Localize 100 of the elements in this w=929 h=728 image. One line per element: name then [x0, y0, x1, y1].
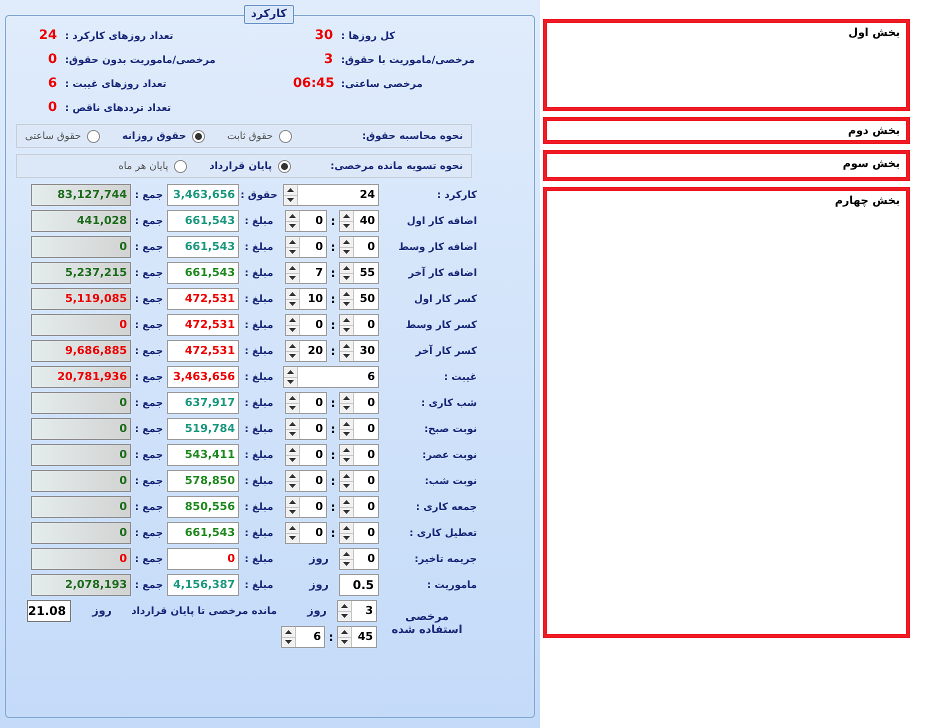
radio-button[interactable]: [174, 160, 188, 172]
caret-down-icon: [341, 640, 348, 644]
amount-field: 850,556: [167, 496, 239, 518]
row-label: کارکرد :: [436, 188, 477, 202]
caret-up-icon: [343, 422, 350, 426]
total-label: جمع :: [134, 396, 164, 410]
radio-label[interactable]: پایان قرارداد: [209, 158, 272, 174]
caret-down-icon: [289, 354, 296, 358]
amount-field: 472,531: [167, 314, 239, 336]
caret-up-icon: [289, 474, 296, 478]
amount-label: مبلغ :: [244, 240, 274, 254]
time-separator: :: [330, 473, 336, 490]
caret-down-icon: [343, 224, 350, 228]
radio-button[interactable]: [278, 130, 292, 142]
radio-label[interactable]: حقوق روزانه: [122, 128, 186, 144]
radio-button[interactable]: [278, 160, 291, 172]
row-label: کسر کار آخر: [414, 344, 477, 358]
row-label: اضافه کار آخر: [407, 266, 477, 280]
caret-up-icon: [289, 422, 296, 426]
amount-field: 661,543: [167, 262, 239, 284]
caret-up-icon: [289, 396, 296, 400]
radio-label[interactable]: حقوق ساعتی: [25, 128, 82, 144]
total-label: جمع :: [134, 344, 164, 358]
stat-label: تعداد روزهای کارکرد :: [65, 30, 174, 44]
amount-field: 3,463,656: [167, 184, 239, 206]
caret-down-icon: [343, 536, 350, 540]
caret-down-icon: [289, 484, 296, 488]
panel-legend: کارکرد: [244, 5, 294, 24]
section-title: بخش چهارم: [834, 193, 900, 208]
stat-value: 0: [46, 99, 57, 118]
caret-up-icon: [343, 292, 350, 296]
amount-label: مبلغ :: [244, 370, 274, 384]
amount-label: مبلغ :: [244, 214, 274, 228]
stat-value: 6: [46, 75, 57, 94]
caret-up-icon: [343, 214, 350, 218]
total-label: جمع :: [134, 578, 164, 592]
total-field: 441,028: [31, 210, 131, 232]
caret-up-icon: [343, 500, 350, 504]
amount-field: 543,411: [167, 444, 239, 466]
caret-down-icon: [343, 354, 350, 358]
number-field[interactable]: 0.5: [339, 574, 379, 596]
caret-down-icon: [343, 276, 350, 280]
total-label: جمع :: [134, 448, 164, 462]
time-separator: :: [328, 629, 334, 646]
caret-up-icon: [289, 214, 296, 218]
total-label: جمع :: [134, 422, 164, 436]
unit-label: روز: [90, 602, 113, 619]
caret-down-icon: [287, 198, 294, 202]
total-label: جمع :: [134, 188, 164, 202]
total-field: 20,781,936: [31, 366, 131, 388]
unit-label: روز: [308, 550, 330, 567]
caret-up-icon: [287, 188, 294, 192]
amount-label: مبلغ :: [244, 396, 274, 410]
caret-down-icon: [343, 458, 350, 462]
stat-label: مرخصی/ماموریت بدون حقوق:: [65, 54, 216, 68]
total-label: جمع :: [134, 370, 164, 384]
caret-down-icon: [343, 328, 350, 332]
row-label: ماموریت :: [426, 578, 477, 592]
stat-value: 3: [322, 51, 333, 70]
time-separator: :: [330, 525, 336, 542]
time-separator: :: [330, 291, 336, 308]
group-label: نحوه محاسبه حقوق:: [361, 130, 463, 144]
caret-down-icon: [343, 432, 350, 436]
time-separator: :: [330, 395, 336, 412]
section-title: بخش سوم: [842, 156, 900, 171]
section-title: بخش اول: [847, 25, 900, 40]
radio-button[interactable]: [87, 130, 100, 142]
radio-label[interactable]: پایان هر ماه: [118, 158, 168, 174]
total-label: جمع :: [134, 318, 164, 332]
leave-remaining-value: 21.08: [27, 600, 71, 622]
amount-field: 0: [167, 548, 239, 570]
radio-label[interactable]: حقوق ثابت: [227, 128, 273, 144]
caret-up-icon: [341, 604, 348, 608]
amount-label: مبلغ :: [244, 292, 274, 306]
total-field: 83,127,744: [31, 184, 131, 206]
row-label: تعطیل کاری :: [408, 526, 477, 540]
caret-down-icon: [287, 380, 294, 384]
caret-down-icon: [343, 302, 350, 306]
amount-field: 472,531: [167, 340, 239, 362]
caret-up-icon: [343, 318, 350, 322]
amount-field: 661,543: [167, 236, 239, 258]
stat-label: کل روزها :: [341, 30, 396, 44]
amount-label: مبلغ :: [244, 344, 274, 358]
caret-up-icon: [343, 266, 350, 270]
amount-field: 637,917: [167, 392, 239, 414]
caret-up-icon: [289, 266, 296, 270]
total-field: 2,078,193: [31, 574, 131, 596]
total-field: 5,119,085: [31, 288, 131, 310]
amount-field: 578,850: [167, 470, 239, 492]
group-label: نحوه تسویه مانده مرخصی:: [329, 160, 463, 174]
amount-field: 519,784: [167, 418, 239, 440]
row-label: غیبت :: [442, 370, 477, 384]
amount-label: مبلغ :: [244, 526, 274, 540]
total-label: جمع :: [134, 526, 164, 540]
caret-down-icon: [343, 406, 350, 410]
radio-button[interactable]: [192, 130, 206, 142]
time-separator: :: [330, 343, 336, 360]
caret-down-icon: [343, 510, 350, 514]
caret-up-icon: [343, 396, 350, 400]
total-label: جمع :: [134, 214, 164, 228]
